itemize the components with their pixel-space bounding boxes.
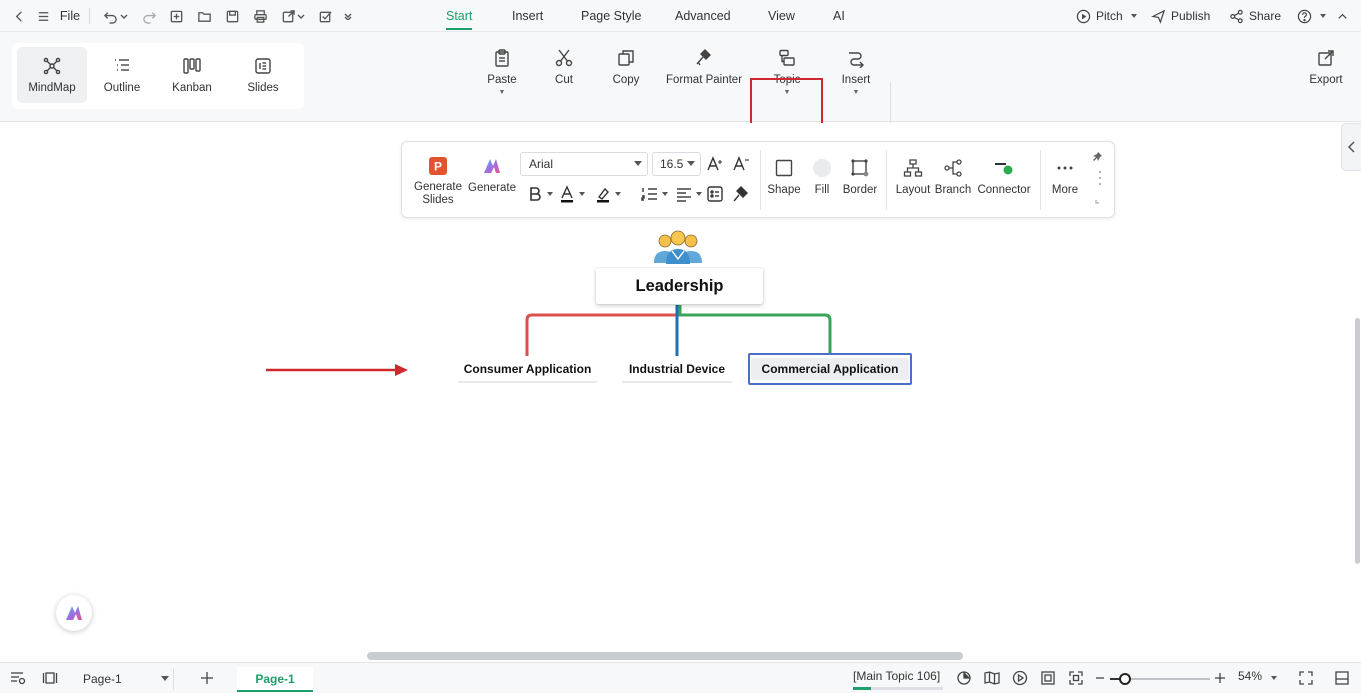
zoom-dropdown-icon[interactable]: [1271, 676, 1277, 680]
subtopic-label: Commercial Application: [750, 358, 910, 380]
ai-logo-icon: [66, 606, 82, 620]
central-topic[interactable]: Leadership: [596, 268, 763, 304]
subtopic-consumer-application[interactable]: Consumer Application: [458, 357, 597, 383]
subtopic-label: Industrial Device: [628, 362, 726, 376]
zoom-slider-handle[interactable]: [1119, 673, 1131, 685]
page-select-value: Page-1: [83, 672, 122, 686]
ai-assistant-button[interactable]: [56, 595, 92, 631]
fit-page-icon[interactable]: [1040, 670, 1056, 689]
selection-info: [Main Topic 106]: [853, 669, 941, 683]
tab-page-1[interactable]: Page-1: [237, 667, 313, 692]
page-select[interactable]: Page-1: [74, 668, 174, 690]
subtopic-industrial-device[interactable]: Industrial Device: [622, 357, 732, 383]
presentation-play-icon[interactable]: [1012, 670, 1028, 689]
panel-layout-icon[interactable]: [1334, 670, 1350, 689]
branch-line-consumer-application: [525, 305, 679, 356]
map-view-icon[interactable]: [984, 670, 1000, 689]
subtopic-commercial-application[interactable]: Commercial Application: [748, 353, 912, 385]
zoom-level[interactable]: 54%: [1238, 669, 1262, 683]
theme-icon[interactable]: [956, 670, 972, 689]
page-panel-icon[interactable]: [42, 670, 58, 689]
zoom-out-icon[interactable]: [1092, 670, 1108, 689]
filter-settings-icon[interactable]: [10, 670, 26, 689]
status-bar: Page-1 Page-1 [Main Topic 106] 54%: [0, 662, 1361, 693]
mindmap-branches: [266, 305, 832, 376]
selection-progress-bar: [853, 687, 943, 690]
people-group-icon: [654, 230, 702, 264]
chevron-down-icon: [161, 676, 169, 681]
fullscreen-icon[interactable]: [1298, 670, 1314, 689]
annotation-arrow-head: [395, 364, 408, 376]
fit-screen-icon[interactable]: [1068, 670, 1084, 689]
branch-line-commercial-application: [678, 305, 832, 356]
subtopic-label: Consumer Application: [463, 362, 592, 376]
zoom-slider[interactable]: [1110, 673, 1210, 685]
add-page-icon[interactable]: [199, 670, 215, 689]
zoom-in-icon[interactable]: [1212, 670, 1228, 689]
